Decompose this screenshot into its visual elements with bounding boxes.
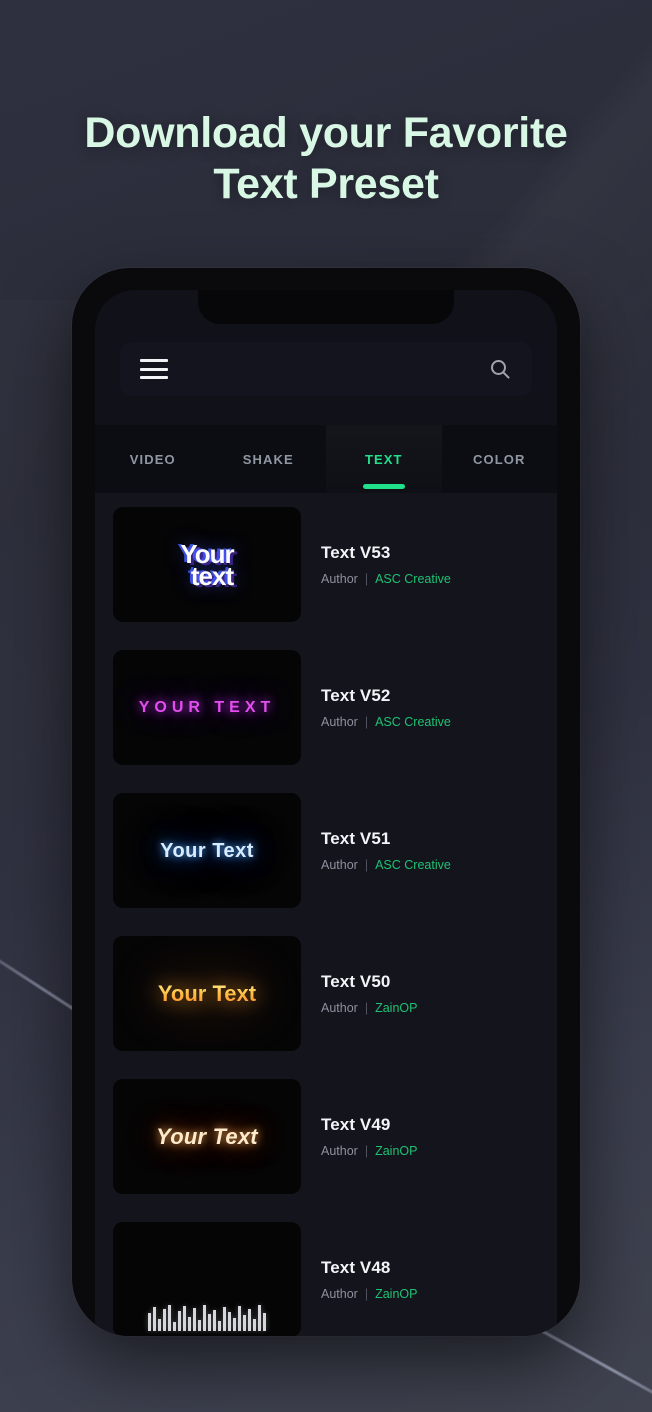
preset-author[interactable]: ZainOP [375,1144,417,1158]
preset-author[interactable]: ASC Creative [375,572,451,586]
preset-meta: Text V51 Author | ASC Creative [321,829,451,872]
preset-meta: Text V49 Author | ZainOP [321,1115,417,1158]
tab-color-label: COLOR [473,451,526,467]
preset-thumbnail[interactable]: Your text [113,507,301,622]
preset-title: Text V52 [321,686,391,705]
preset-thumbnail[interactable]: YOUR TEXT [113,650,301,765]
search-icon[interactable] [488,357,512,381]
preset-thumbnail[interactable] [113,1222,301,1336]
author-label: Author [321,858,358,872]
separator: | [364,1287,369,1301]
page-title: Download your Favorite Text Preset [0,108,652,209]
phone-screen: VIDEO SHAKE TEXT COLOR Your text Text V5… [95,290,557,1336]
author-label: Author [321,572,358,586]
preset-preview-art [113,1222,301,1336]
separator: | [364,1144,369,1158]
phone-mockup: VIDEO SHAKE TEXT COLOR Your text Text V5… [72,268,580,1336]
preset-title: Text V53 [321,543,391,562]
category-tabs: VIDEO SHAKE TEXT COLOR [95,425,557,493]
preset-meta: Text V52 Author | ASC Creative [321,686,451,729]
separator: | [364,715,369,729]
preset-author[interactable]: ZainOP [375,1001,417,1015]
preset-thumbnail[interactable]: Your Text [113,1079,301,1194]
preset-meta: Text V53 Author | ASC Creative [321,543,451,586]
author-label: Author [321,1001,358,1015]
tab-color[interactable]: COLOR [442,425,558,493]
preset-preview-art: Your Text [158,983,256,1005]
tab-shake-label: SHAKE [242,451,294,467]
headline-line-1: Download your Favorite [84,109,568,157]
list-item[interactable]: Your Text Text V49 Author | ZainOP [95,1065,557,1208]
preset-subtitle: Author | ZainOP [321,1144,417,1158]
preset-subtitle: Author | ASC Creative [321,858,451,872]
tab-text-label: TEXT [364,451,403,467]
phone-notch [198,290,454,324]
separator: | [364,858,369,872]
preset-preview-art: Your text [180,541,234,591]
preset-title: Text V49 [321,1115,391,1134]
preview-text-line-2: text [190,560,234,591]
preset-subtitle: Author | ASC Creative [321,715,451,729]
author-label: Author [321,715,358,729]
preset-author[interactable]: ASC Creative [375,858,451,872]
author-label: Author [321,1144,358,1158]
preset-thumbnail[interactable]: Your Text [113,936,301,1051]
promo-canvas: Download your Favorite Text Preset VIDEO… [0,0,652,1412]
preset-preview-art: Your Text [160,841,254,861]
list-item[interactable]: Your Text Text V50 Author | ZainOP [95,922,557,1065]
list-item[interactable]: Text V48 Author | ZainOP [95,1208,557,1336]
preset-meta: Text V48 Author | ZainOP [321,1258,417,1301]
preview-text-line-1: YOUR TEXT [138,698,276,716]
preset-subtitle: Author | ASC Creative [321,572,451,586]
list-item[interactable]: Your text Text V53 Author | ASC Creative [95,493,557,636]
list-item[interactable]: Your Text Text V51 Author | ASC Creative [95,779,557,922]
preset-thumbnail[interactable]: Your Text [113,793,301,908]
tab-shake[interactable]: SHAKE [211,425,327,493]
preset-title: Text V51 [321,829,391,848]
preset-author[interactable]: ZainOP [375,1287,417,1301]
hamburger-menu-icon[interactable] [140,359,168,379]
preset-meta: Text V50 Author | ZainOP [321,972,417,1015]
preview-text-line-1: Your Text [160,839,254,862]
tab-video-label: VIDEO [129,451,176,467]
preset-preview-art: Your Text [156,1123,258,1149]
preset-title: Text V48 [321,1258,391,1277]
list-item[interactable]: YOUR TEXT Text V52 Author | ASC Creative [95,636,557,779]
preset-author[interactable]: ASC Creative [375,715,451,729]
tab-video[interactable]: VIDEO [95,425,211,493]
preview-text-line-1: Your Text [157,980,257,1006]
separator: | [364,572,369,586]
preset-subtitle: Author | ZainOP [321,1287,417,1301]
app-topbar [95,342,557,396]
tab-text[interactable]: TEXT [326,425,442,493]
preset-title: Text V50 [321,972,391,991]
search-bar[interactable] [120,342,532,396]
separator: | [364,1001,369,1015]
author-label: Author [321,1287,358,1301]
preview-text-line-1: Your Text [156,1123,258,1149]
headline-line-2: Text Preset [213,159,439,208]
preset-subtitle: Author | ZainOP [321,1001,417,1015]
preset-preview-art: YOUR TEXT [138,698,276,716]
barcode-glitch-icon [148,1305,266,1331]
active-tab-indicator [362,484,405,489]
preset-list[interactable]: Your text Text V53 Author | ASC Creative [95,493,557,1336]
